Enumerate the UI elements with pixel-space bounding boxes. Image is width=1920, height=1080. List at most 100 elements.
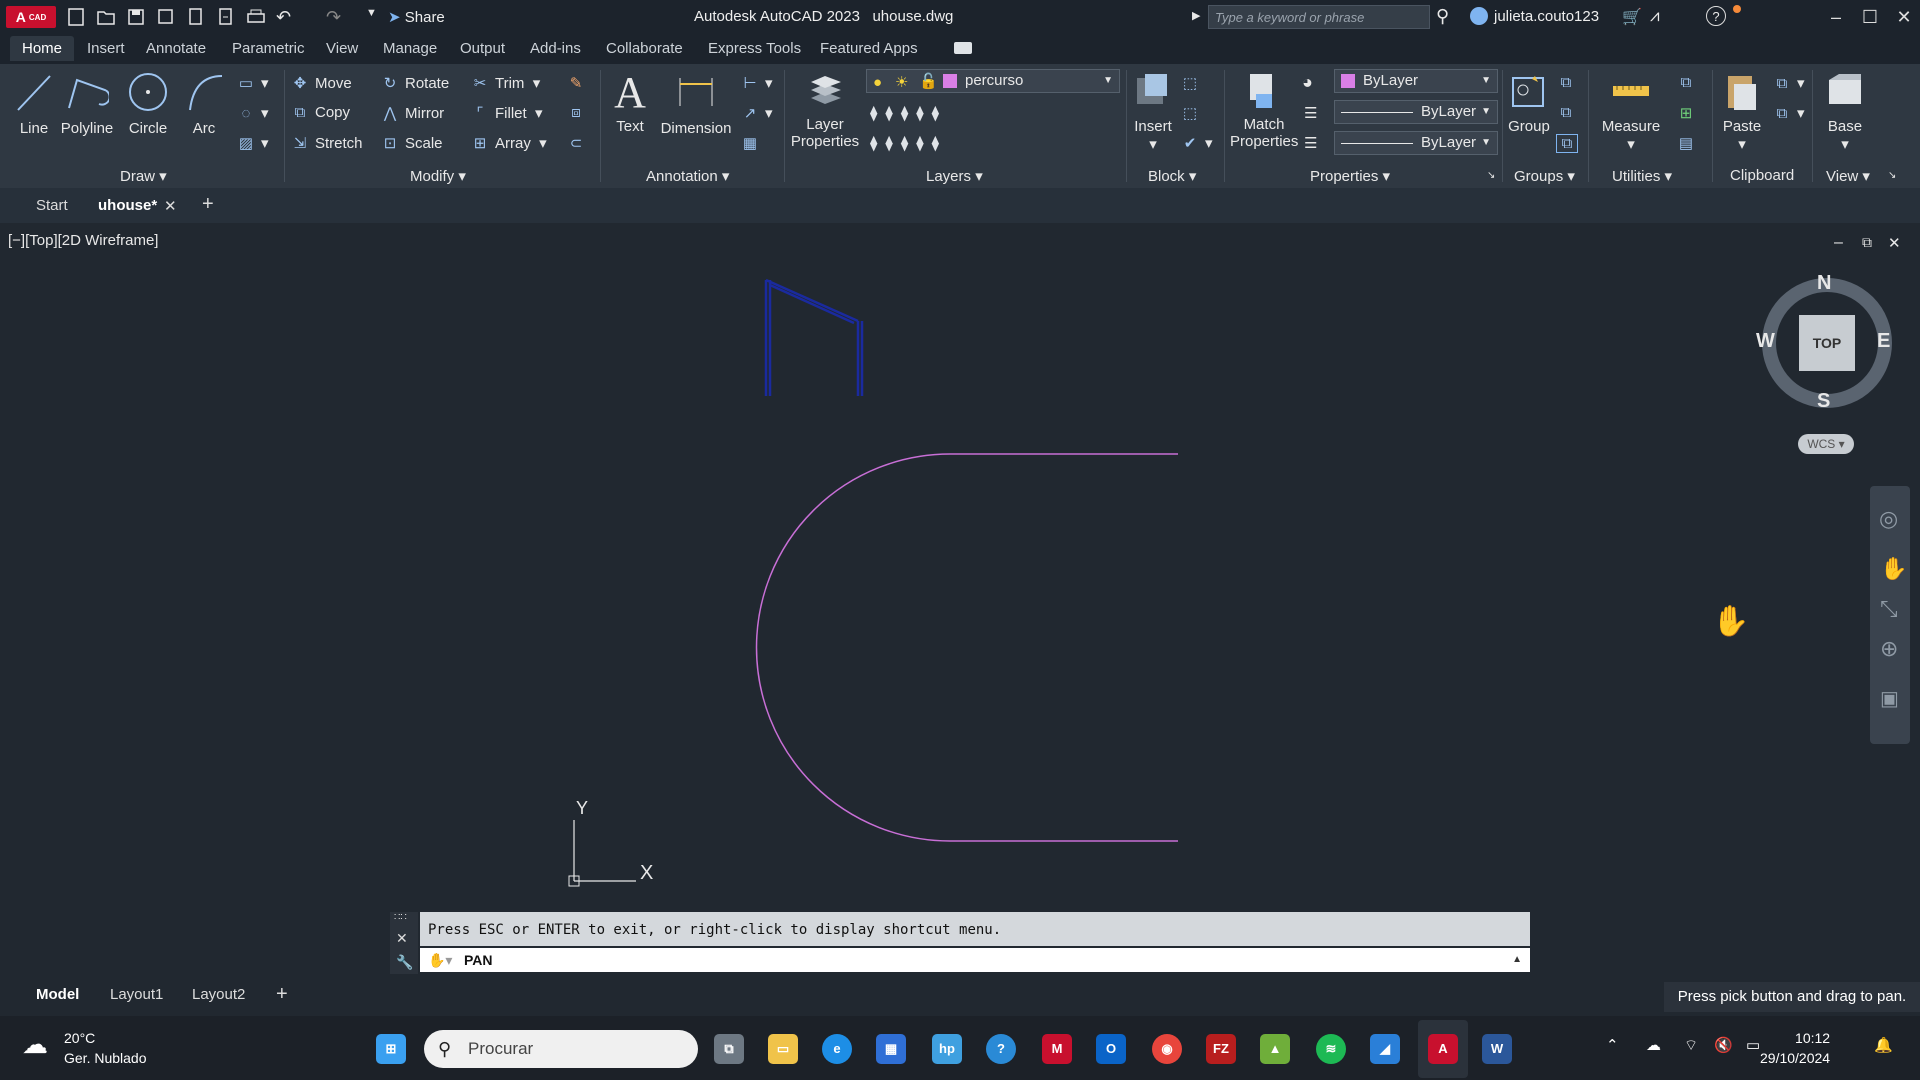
search-icon[interactable]: ⚲ (1436, 6, 1449, 27)
command-grip-icon[interactable]: ∷∷ (394, 912, 407, 923)
circle-button[interactable]: Circle (126, 70, 170, 137)
undo-icon[interactable]: ↶ (276, 7, 296, 27)
quick-select-icon[interactable]: ⧉ (1676, 74, 1701, 91)
tab-manage[interactable]: Manage (383, 40, 437, 57)
wcs-menu[interactable]: WCS ▾ (1798, 434, 1854, 454)
tab-parametric[interactable]: Parametric (232, 40, 305, 57)
ungroup-icon[interactable]: ⧉ (1556, 74, 1581, 91)
command-customize-icon[interactable]: 🔧 (396, 954, 413, 971)
compass-south[interactable]: S (1817, 390, 1830, 413)
image-viewer-icon[interactable]: ▲ (1260, 1034, 1290, 1064)
measure-button[interactable]: Measure ▾ (1596, 70, 1666, 153)
tab-insert[interactable]: Insert (87, 40, 125, 57)
taskbar-search[interactable]: ⚲ Procurar (424, 1030, 698, 1068)
outlook-icon[interactable]: O (1096, 1034, 1126, 1064)
line-button[interactable]: Line (14, 70, 54, 137)
compass-east[interactable]: E (1877, 330, 1890, 353)
stretch-button[interactable]: ⇲ Stretch (290, 134, 363, 152)
utilities-panel-label[interactable]: Utilities ▾ (1612, 167, 1672, 185)
tab-output[interactable]: Output (460, 40, 505, 57)
battery-icon[interactable]: ▭ (1746, 1036, 1760, 1054)
fillet-button[interactable]: ⌜ Fillet ▾ (470, 104, 542, 122)
autocad-taskbar-icon[interactable]: A (1428, 1034, 1458, 1064)
save-to-web-icon[interactable] (216, 7, 236, 27)
close-window-button[interactable]: ✕ (1886, 4, 1920, 30)
notifications-icon[interactable]: 🔔 (1874, 1036, 1893, 1054)
block-panel-label[interactable]: Block ▾ (1148, 167, 1196, 185)
show-hidden-icons-icon[interactable]: ⌃ (1606, 1036, 1619, 1054)
close-tab-icon[interactable]: ✕ (164, 197, 177, 215)
redo-icon[interactable]: ↷ (326, 7, 346, 27)
rectangle-icon[interactable]: ▭ ▾ (236, 74, 269, 92)
group-edit-icon[interactable]: ⧉ (1556, 104, 1581, 121)
edit-block-icon[interactable]: ⬚ (1180, 104, 1205, 122)
wifi-icon[interactable]: ⌔ (1684, 1036, 1698, 1055)
view-panel-label[interactable]: View ▾ (1826, 167, 1870, 185)
tab-model[interactable]: Model (36, 986, 79, 1003)
layers-panel-label[interactable]: Layers ▾ (926, 167, 983, 185)
new-tab-icon[interactable]: + (202, 193, 214, 216)
annotation-panel-label[interactable]: Annotation ▾ (646, 167, 729, 185)
showmotion-icon[interactable]: ▣ (1880, 686, 1899, 711)
autocad-logo-button[interactable]: A CAD (6, 6, 56, 28)
create-block-icon[interactable]: ⬚ (1180, 74, 1205, 92)
offset-icon[interactable]: ⊂ (566, 134, 591, 152)
tab-collaborate[interactable]: Collaborate (606, 40, 683, 57)
leader-icon[interactable]: ↗ ▾ (740, 104, 773, 122)
help-search-input[interactable]: Type a keyword or phrase (1208, 5, 1430, 29)
explode-icon[interactable]: ⧈ (566, 104, 591, 121)
command-history-toggle-icon[interactable]: ▲ (1512, 948, 1522, 972)
copy-clip-icon[interactable]: ⧉ ▾ (1772, 104, 1805, 122)
edge-browser-icon[interactable]: e (822, 1034, 852, 1064)
text-button[interactable]: A Text (610, 68, 650, 135)
clipboard-panel-label[interactable]: Clipboard (1730, 167, 1794, 184)
weather-widget[interactable]: ☁ 20°C Ger. Nublado (22, 1028, 147, 1068)
insert-button[interactable]: Insert ▾ (1130, 70, 1176, 153)
open-from-web-icon[interactable] (186, 7, 206, 27)
maximize-window-button[interactable]: ☐ (1852, 4, 1888, 30)
color-dropdown[interactable]: ByLayer ▼ (1334, 69, 1498, 93)
erase-icon[interactable]: ✎ (566, 74, 591, 92)
command-input[interactable]: ✋▾ PAN ▲ (420, 948, 1530, 972)
tab-featured-apps[interactable]: Featured Apps (820, 40, 918, 57)
trim-button[interactable]: ✂ Trim ▾ (470, 74, 541, 92)
cut-icon[interactable]: ⧉ ▾ (1772, 74, 1805, 92)
tab-express-tools[interactable]: Express Tools (708, 40, 801, 57)
groups-panel-label[interactable]: Groups ▾ (1514, 167, 1575, 185)
ribbon-toggle-icon[interactable] (954, 42, 972, 54)
paste-button[interactable]: Paste ▾ (1716, 70, 1768, 153)
command-close-icon[interactable]: ✕ (396, 930, 408, 947)
layer-properties-button[interactable]: Layer Properties (790, 70, 860, 150)
color-wheel-icon[interactable]: ◕ (1302, 72, 1313, 93)
scale-button[interactable]: ⊡ Scale (380, 134, 443, 152)
word-icon[interactable]: W (1482, 1034, 1512, 1064)
calculator-icon[interactable]: ▤ (1676, 134, 1701, 152)
match-properties-button[interactable]: Match Properties (1230, 70, 1298, 150)
ellipse-icon[interactable]: ◌ ▾ (236, 104, 269, 122)
add-layout-icon[interactable]: + (276, 983, 288, 1006)
tab-layout1[interactable]: Layout1 (110, 986, 163, 1003)
layer-tools-row-2[interactable]: ⧫⧫⧫⧫⧫ (870, 134, 947, 152)
table-icon[interactable]: ▦ (740, 134, 765, 152)
save-icon[interactable] (126, 7, 146, 27)
tab-start[interactable]: Start (36, 197, 68, 214)
expand-search-icon[interactable]: ▶ (1192, 9, 1200, 22)
steering-wheel-icon[interactable]: ◎ (1879, 506, 1898, 532)
mcafee-icon[interactable]: M (1042, 1034, 1072, 1064)
open-folder-icon[interactable] (96, 7, 116, 27)
orbit-icon[interactable]: ⊕ (1880, 636, 1898, 662)
save-as-icon[interactable] (156, 7, 176, 27)
group-button[interactable]: Group (1506, 70, 1552, 135)
spotify-icon[interactable]: ≋ (1316, 1034, 1346, 1064)
volume-muted-icon[interactable]: 🔇 (1714, 1036, 1733, 1054)
file-explorer-icon[interactable]: ▭ (768, 1034, 798, 1064)
compass-north[interactable]: N (1817, 272, 1831, 295)
help-app-icon[interactable]: ? (986, 1034, 1016, 1064)
block-attributes-icon[interactable]: ✔ ▾ (1180, 134, 1213, 152)
layer-tools-row-1[interactable]: ⧫⧫⧫⧫⧫ (870, 104, 947, 122)
array-button[interactable]: ⊞ Array ▾ (470, 134, 547, 152)
draw-panel-label[interactable]: Draw ▾ (120, 167, 167, 185)
viewcube-top-face[interactable]: TOP (1799, 315, 1855, 371)
view-launcher-icon[interactable]: ↘ (1888, 170, 1896, 181)
modify-panel-label[interactable]: Modify ▾ (410, 167, 466, 185)
